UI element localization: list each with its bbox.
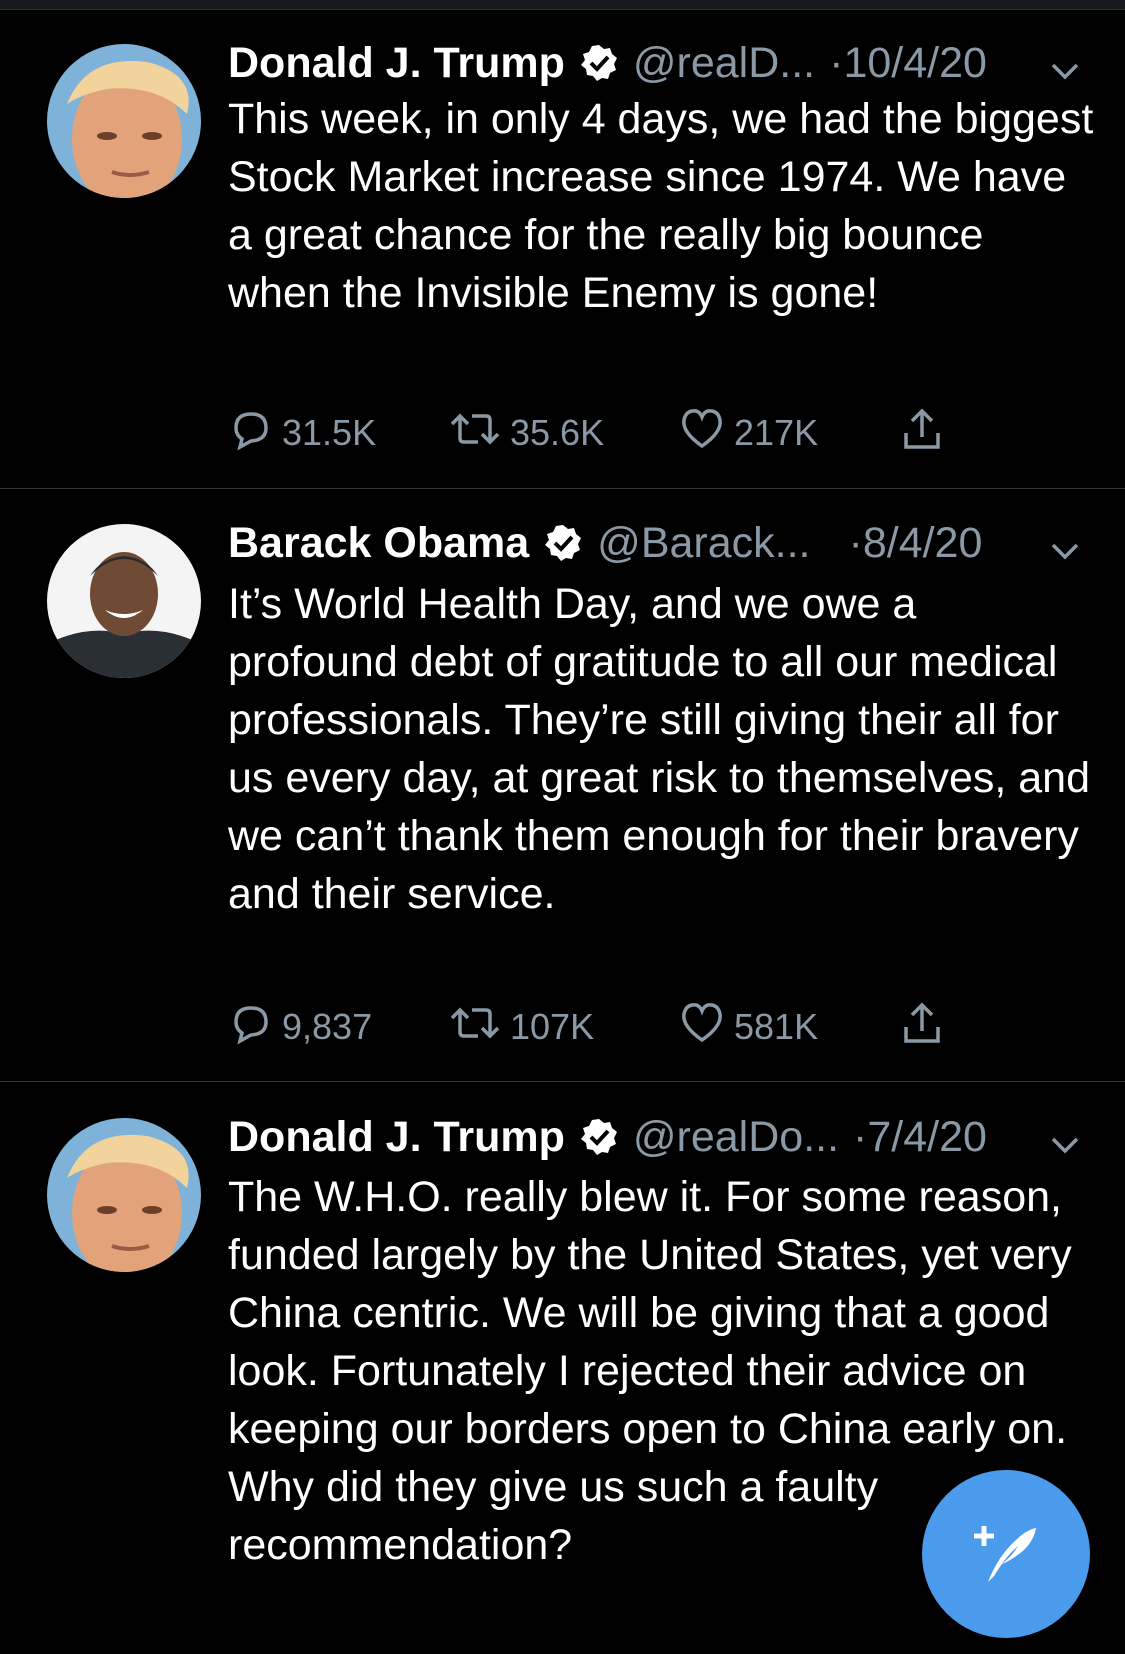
chevron-down-icon[interactable] [1045,525,1085,561]
retweet-count: 107K [510,1006,595,1047]
tweet-actions: 9,837 107K 581K [228,1002,968,1052]
retweet-count: 35.6K [510,412,605,453]
compose-tweet-icon [964,1510,1048,1599]
display-name[interactable]: Donald J. Trump [228,1107,565,1167]
handle[interactable]: @realD... [633,33,815,93]
separator-dot: · [853,1113,868,1161]
reply-count: 9,837 [282,1006,373,1047]
avatar[interactable] [47,1118,201,1272]
chevron-down-icon[interactable] [1045,1119,1085,1155]
retweet-button[interactable]: 107K [448,1002,594,1052]
share-button[interactable] [898,408,954,458]
tweet-header: Donald J. Trump @realD... · 10/4/20 [228,33,1085,93]
handle[interactable]: @Barack... [597,513,810,573]
display-name[interactable]: Barack Obama [228,513,529,573]
like-button[interactable]: 217K [678,408,818,458]
reply-button[interactable]: 9,837 [228,1002,372,1052]
reply-count: 31.5K [282,412,377,453]
divider [0,488,1125,489]
reply-icon [228,1000,282,1055]
timestamp[interactable]: 7/4/20 [867,1107,987,1167]
separator-dot: · [848,519,863,567]
timestamp[interactable]: 8/4/20 [863,513,983,573]
verified-badge-icon [579,1117,619,1157]
verified-badge-icon [543,523,583,563]
compose-tweet-button[interactable] [922,1470,1090,1638]
retweet-icon [448,406,510,461]
tweet-actions: 31.5K 35.6K 217K [228,408,968,458]
chevron-down-icon[interactable] [1045,45,1085,81]
reply-button[interactable]: 31.5K [228,408,376,458]
tweet-text: This week, in only 4 days, we had the bi… [228,95,1094,317]
top-bar-edge [0,0,1125,10]
reply-icon [228,406,282,461]
avatar[interactable] [47,44,201,198]
share-icon [898,405,954,462]
like-count: 581K [734,1006,819,1047]
heart-icon [678,406,734,461]
separator-dot: · [829,39,844,87]
timestamp[interactable]: 10/4/20 [843,33,986,93]
like-button[interactable]: 581K [678,1002,818,1052]
tweet-header: Donald J. Trump @realDo... · 7/4/20 [228,1107,1085,1167]
handle[interactable]: @realDo... [633,1107,839,1167]
retweet-button[interactable]: 35.6K [448,408,604,458]
heart-icon [678,1000,734,1055]
share-icon [898,999,954,1056]
divider [0,1081,1125,1082]
share-button[interactable] [898,1002,954,1052]
avatar[interactable] [47,524,201,678]
display-name[interactable]: Donald J. Trump [228,33,565,93]
retweet-icon [448,1000,510,1055]
tweet-text: It’s World Health Day, and we owe a prof… [228,580,1090,918]
tweet-header: Barack Obama @Barack... · 8/4/20 [228,513,1085,573]
verified-badge-icon [579,43,619,83]
like-count: 217K [734,412,819,453]
